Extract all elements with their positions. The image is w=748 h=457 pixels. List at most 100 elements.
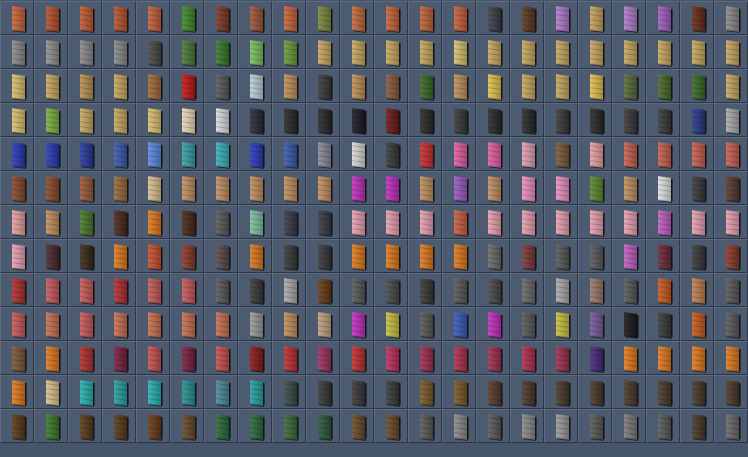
- grid-cell[interactable]: [476, 35, 510, 69]
- grid-cell[interactable]: [442, 103, 476, 137]
- grid-cell[interactable]: [102, 205, 136, 239]
- grid-cell[interactable]: [34, 409, 68, 443]
- grid-cell[interactable]: [680, 35, 714, 69]
- grid-cell[interactable]: [544, 35, 578, 69]
- grid-cell[interactable]: [408, 205, 442, 239]
- grid-cell[interactable]: [136, 409, 170, 443]
- grid-cell[interactable]: [238, 375, 272, 409]
- grid-cell[interactable]: [408, 375, 442, 409]
- grid-cell[interactable]: [306, 375, 340, 409]
- grid-cell[interactable]: [170, 137, 204, 171]
- grid-cell[interactable]: [170, 341, 204, 375]
- grid-cell[interactable]: [714, 103, 748, 137]
- grid-cell[interactable]: [340, 409, 374, 443]
- grid-cell[interactable]: [0, 307, 34, 341]
- grid-cell[interactable]: [170, 409, 204, 443]
- grid-cell[interactable]: [102, 341, 136, 375]
- grid-cell[interactable]: [374, 409, 408, 443]
- grid-cell[interactable]: [306, 137, 340, 171]
- grid-cell[interactable]: [408, 341, 442, 375]
- grid-cell[interactable]: [272, 103, 306, 137]
- grid-cell[interactable]: [0, 409, 34, 443]
- grid-cell[interactable]: [544, 69, 578, 103]
- grid-cell[interactable]: [204, 273, 238, 307]
- grid-cell[interactable]: [306, 307, 340, 341]
- grid-cell[interactable]: [204, 341, 238, 375]
- grid-cell[interactable]: [714, 171, 748, 205]
- grid-cell[interactable]: [612, 103, 646, 137]
- grid-cell[interactable]: [204, 171, 238, 205]
- grid-cell[interactable]: [408, 35, 442, 69]
- grid-cell[interactable]: [340, 307, 374, 341]
- grid-cell[interactable]: [442, 1, 476, 35]
- grid-cell[interactable]: [340, 171, 374, 205]
- grid-cell[interactable]: [510, 69, 544, 103]
- grid-cell[interactable]: [476, 69, 510, 103]
- grid-cell[interactable]: [578, 239, 612, 273]
- grid-cell[interactable]: [578, 103, 612, 137]
- grid-cell[interactable]: [578, 35, 612, 69]
- grid-cell[interactable]: [646, 307, 680, 341]
- grid-cell[interactable]: [136, 69, 170, 103]
- grid-cell[interactable]: [170, 239, 204, 273]
- grid-cell[interactable]: [646, 137, 680, 171]
- grid-cell[interactable]: [374, 171, 408, 205]
- grid-cell[interactable]: [714, 409, 748, 443]
- grid-cell[interactable]: [170, 103, 204, 137]
- grid-cell[interactable]: [0, 171, 34, 205]
- grid-cell[interactable]: [374, 307, 408, 341]
- grid-cell[interactable]: [0, 69, 34, 103]
- grid-cell[interactable]: [476, 341, 510, 375]
- grid-cell[interactable]: [238, 273, 272, 307]
- grid-cell[interactable]: [374, 69, 408, 103]
- grid-cell[interactable]: [272, 137, 306, 171]
- grid-cell[interactable]: [68, 205, 102, 239]
- grid-cell[interactable]: [646, 171, 680, 205]
- grid-cell[interactable]: [510, 35, 544, 69]
- grid-cell[interactable]: [204, 1, 238, 35]
- grid-cell[interactable]: [714, 273, 748, 307]
- grid-cell[interactable]: [714, 137, 748, 171]
- grid-cell[interactable]: [204, 409, 238, 443]
- grid-cell[interactable]: [136, 341, 170, 375]
- grid-cell[interactable]: [612, 171, 646, 205]
- grid-cell[interactable]: [476, 137, 510, 171]
- grid-cell[interactable]: [238, 35, 272, 69]
- grid-cell[interactable]: [136, 239, 170, 273]
- grid-cell[interactable]: [170, 205, 204, 239]
- grid-cell[interactable]: [544, 273, 578, 307]
- grid-cell[interactable]: [578, 409, 612, 443]
- grid-cell[interactable]: [306, 35, 340, 69]
- grid-cell[interactable]: [204, 239, 238, 273]
- grid-cell[interactable]: [374, 239, 408, 273]
- grid-cell[interactable]: [680, 409, 714, 443]
- grid-cell[interactable]: [476, 1, 510, 35]
- grid-cell[interactable]: [476, 409, 510, 443]
- grid-cell[interactable]: [34, 273, 68, 307]
- grid-cell[interactable]: [340, 103, 374, 137]
- grid-cell[interactable]: [68, 35, 102, 69]
- grid-cell[interactable]: [612, 1, 646, 35]
- grid-cell[interactable]: [408, 307, 442, 341]
- grid-cell[interactable]: [306, 1, 340, 35]
- grid-cell[interactable]: [204, 103, 238, 137]
- grid-cell[interactable]: [102, 307, 136, 341]
- grid-cell[interactable]: [442, 137, 476, 171]
- grid-cell[interactable]: [272, 375, 306, 409]
- grid-cell[interactable]: [0, 341, 34, 375]
- grid-cell[interactable]: [170, 69, 204, 103]
- grid-cell[interactable]: [714, 1, 748, 35]
- grid-cell[interactable]: [340, 137, 374, 171]
- grid-cell[interactable]: [102, 239, 136, 273]
- grid-cell[interactable]: [34, 239, 68, 273]
- grid-cell[interactable]: [510, 341, 544, 375]
- grid-cell[interactable]: [408, 103, 442, 137]
- grid-cell[interactable]: [476, 103, 510, 137]
- grid-cell[interactable]: [714, 375, 748, 409]
- grid-cell[interactable]: [102, 69, 136, 103]
- grid-cell[interactable]: [68, 409, 102, 443]
- grid-cell[interactable]: [272, 273, 306, 307]
- grid-cell[interactable]: [34, 1, 68, 35]
- grid-cell[interactable]: [612, 35, 646, 69]
- grid-cell[interactable]: [272, 69, 306, 103]
